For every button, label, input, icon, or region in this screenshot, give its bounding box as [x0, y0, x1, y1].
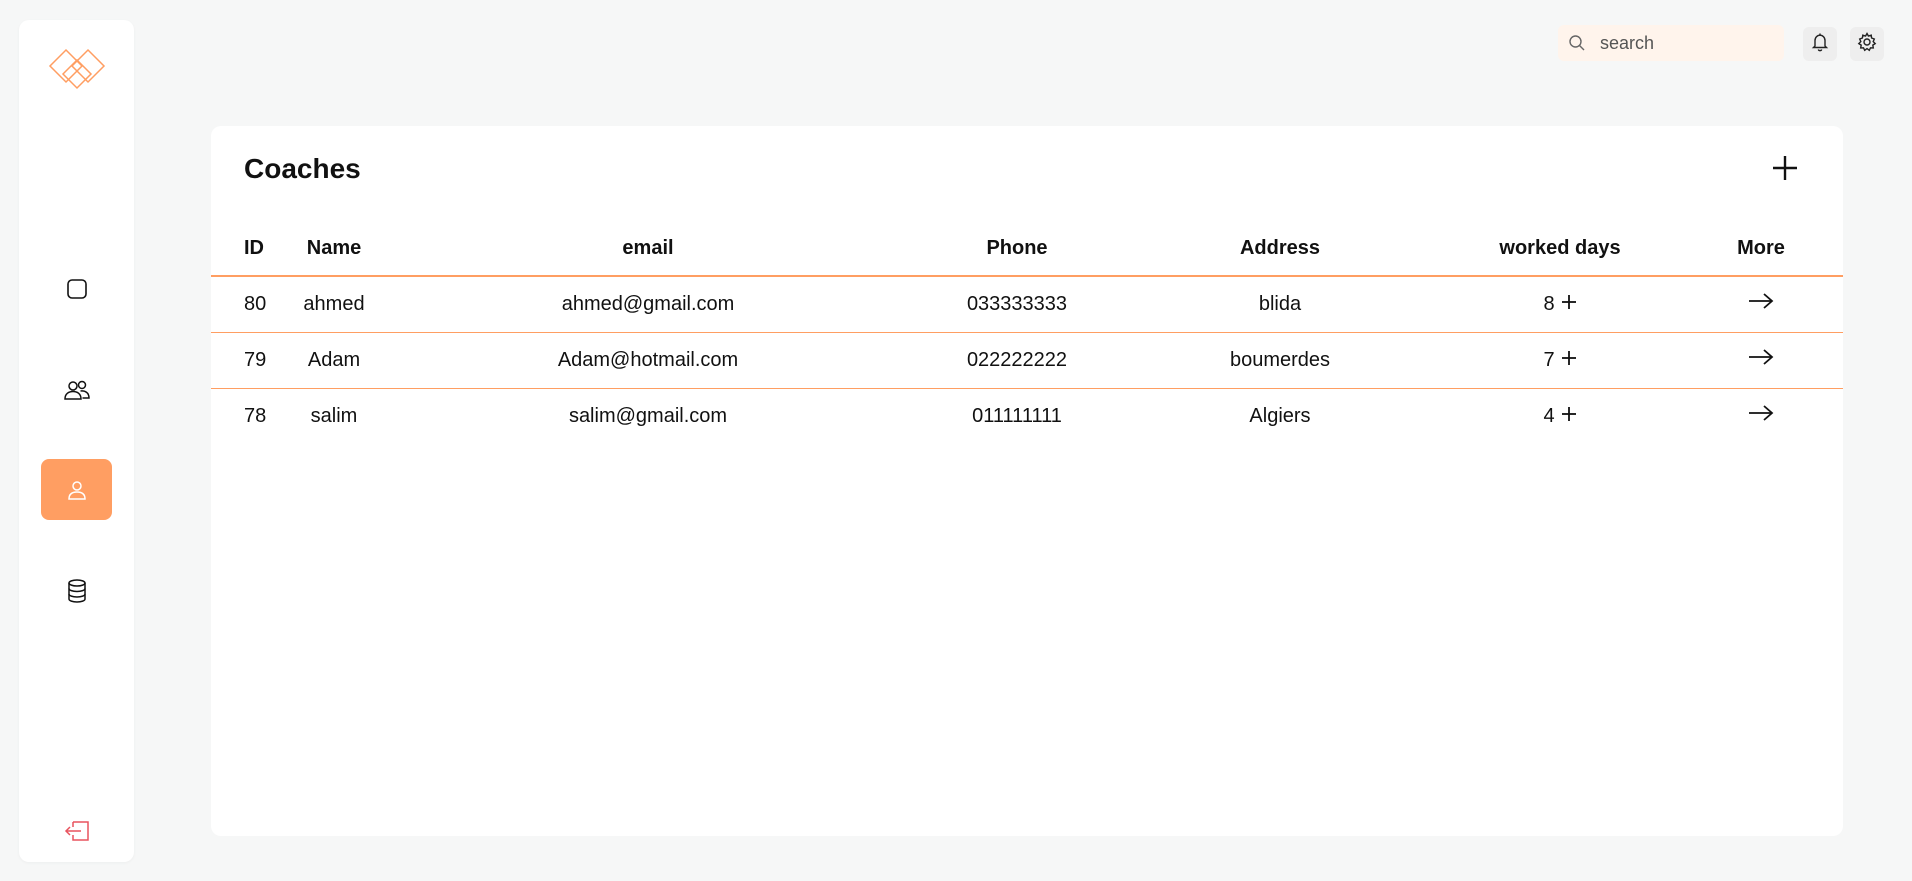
cell-id: 80 — [244, 292, 267, 315]
add-coach-button[interactable] — [1769, 152, 1801, 184]
database-icon — [65, 578, 89, 604]
cell-email: salim@gmail.com — [568, 404, 728, 427]
column-header-email: email — [622, 236, 674, 259]
logout-button[interactable] — [41, 800, 112, 861]
column-header-worked-days: worked days — [1499, 236, 1621, 259]
cell-name: ahmed — [303, 292, 365, 315]
cell-more — [1679, 388, 1843, 444]
users-icon — [63, 378, 91, 402]
column-header-address: Address — [1239, 236, 1321, 259]
cell-name: salim — [310, 404, 358, 427]
arrow-right-icon[interactable] — [1747, 347, 1775, 373]
table-row: 80 ahmed ahmed@gmail.com 033333333 blida… — [211, 276, 1843, 332]
arrow-right-icon[interactable] — [1747, 291, 1775, 317]
search-input[interactable] — [1600, 25, 1778, 61]
coaches-card: Coaches ID Name email Phone Address work… — [211, 126, 1843, 836]
coaches-table: ID Name email Phone Address worked days … — [211, 221, 1843, 444]
worked-days-value: 4 — [1543, 404, 1555, 427]
cell-address: boumerdes — [1229, 348, 1331, 371]
settings-button[interactable] — [1850, 27, 1884, 61]
cell-address: Algiers — [1249, 404, 1311, 427]
user-icon — [65, 478, 89, 502]
cell-name: Adam — [307, 348, 361, 371]
sidebar-item-dashboard[interactable] — [41, 258, 112, 319]
search-box — [1558, 25, 1784, 61]
cell-more — [1679, 332, 1843, 388]
cell-worked-days: 8 — [1441, 276, 1679, 332]
table-header-row: ID Name email Phone Address worked days … — [211, 221, 1843, 276]
notifications-button[interactable] — [1803, 27, 1837, 61]
cell-worked-days: 4 — [1441, 388, 1679, 444]
arrow-right-icon[interactable] — [1747, 403, 1775, 429]
column-header-phone: Phone — [986, 236, 1048, 259]
table-row: 79 Adam Adam@hotmail.com 022222222 boume… — [211, 332, 1843, 388]
search-icon — [1568, 34, 1586, 57]
cell-worked-days: 7 — [1441, 332, 1679, 388]
cell-phone: 011111111 — [972, 404, 1062, 427]
cell-id: 79 — [244, 348, 267, 371]
plus-icon — [1769, 156, 1801, 188]
sidebar-item-database[interactable] — [41, 560, 112, 621]
worked-days-value: 8 — [1543, 292, 1555, 315]
table-row: 78 salim salim@gmail.com 011111111 Algie… — [211, 388, 1843, 444]
cell-email: ahmed@gmail.com — [561, 292, 735, 315]
cell-more — [1679, 276, 1843, 332]
diamond-logo-icon[interactable] — [46, 46, 108, 96]
logout-icon — [64, 820, 90, 842]
column-header-name: Name — [306, 236, 362, 259]
sidebar — [19, 20, 134, 862]
cell-id: 78 — [244, 404, 267, 427]
sidebar-item-coaches[interactable] — [41, 459, 112, 520]
page-title: Coaches — [244, 153, 361, 184]
cell-email: Adam@hotmail.com — [557, 348, 739, 371]
bell-icon — [1810, 32, 1830, 57]
sidebar-item-groups[interactable] — [41, 359, 112, 420]
increment-days-icon[interactable] — [1561, 405, 1577, 428]
cell-address: blida — [1258, 292, 1302, 315]
increment-days-icon[interactable] — [1561, 293, 1577, 316]
gear-icon — [1857, 31, 1877, 57]
increment-days-icon[interactable] — [1561, 349, 1577, 372]
column-header-id: ID — [244, 236, 264, 259]
column-header-more: More — [1737, 236, 1785, 259]
cell-phone: 022222222 — [966, 348, 1068, 371]
square-icon — [65, 277, 89, 301]
worked-days-value: 7 — [1543, 348, 1555, 371]
cell-phone: 033333333 — [966, 292, 1068, 315]
